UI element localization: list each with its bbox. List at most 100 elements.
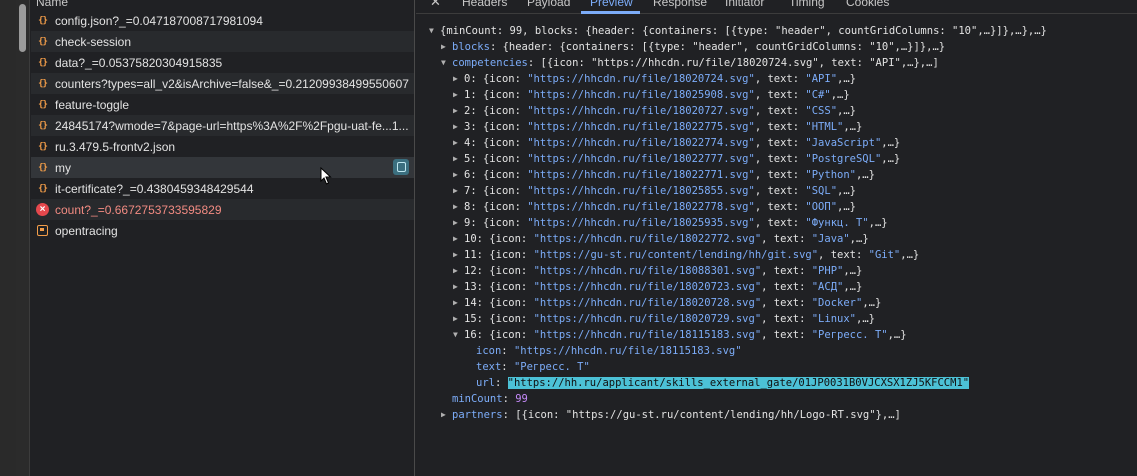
collapsed-triangle-icon[interactable]: ▶ [453, 279, 458, 295]
collapsed-triangle-icon[interactable]: ▶ [453, 199, 458, 215]
item-icon-url: "https://hhcdn.ru/file/18020723.svg" [533, 281, 762, 293]
item-text: "ООП" [805, 201, 838, 213]
tree-line[interactable]: url: "https://hh.ru/applicant/skills_ext… [416, 375, 1137, 391]
key-label: competencies [452, 57, 528, 69]
collapsed-triangle-icon[interactable]: ▶ [453, 183, 458, 199]
tree-line[interactable]: ▶ 4: {icon: "https://hhcdn.ru/file/180227… [416, 135, 1137, 151]
copy-icon[interactable] [393, 159, 409, 175]
item-index: 15 [464, 313, 477, 325]
value-summary: {header: {containers: [{type: "header", … [502, 41, 946, 53]
tree-line[interactable]: ▶ 14: {icon: "https://hhcdn.ru/file/18020… [416, 295, 1137, 311]
expanded-triangle-icon[interactable]: ▼ [429, 23, 434, 39]
tree-line[interactable]: text: "Регресс. Т" [416, 359, 1137, 375]
tree-line[interactable]: icon: "https://hhcdn.ru/file/18115183.sv… [416, 343, 1137, 359]
key-label: text [476, 361, 502, 373]
tree-line[interactable]: ▶ 6: {icon: "https://hhcdn.ru/file/180227… [416, 167, 1137, 183]
item-icon-url: "https://hhcdn.ru/file/18022771.svg" [527, 169, 755, 181]
active-tab-indicator [581, 11, 640, 14]
collapsed-triangle-icon[interactable]: ▶ [453, 167, 458, 183]
collapsed-triangle-icon[interactable]: ▶ [453, 103, 458, 119]
request-name: check-session [55, 34, 132, 49]
tree-line[interactable]: ▶ 15: {icon: "https://hhcdn.ru/file/18020… [416, 311, 1137, 327]
tree-line[interactable]: ▶ 7: {icon: "https://hhcdn.ru/file/180258… [416, 183, 1137, 199]
key-label: icon [476, 345, 502, 357]
scrollbar-thumb[interactable] [19, 4, 26, 52]
list-item[interactable]: {} it-certificate?_=0.4380459348429544 [31, 178, 414, 199]
tree-line[interactable]: ▶ 1: {icon: "https://hhcdn.ru/file/180259… [416, 87, 1137, 103]
collapsed-triangle-icon[interactable]: ▶ [453, 71, 458, 87]
detail-tabs: ✕ Headers Payload Preview Response Initi… [416, 0, 1137, 14]
list-item[interactable]: × count?_=0.6672753733595829 [31, 199, 414, 220]
collapsed-triangle-icon[interactable]: ▶ [453, 311, 458, 327]
tree-line[interactable]: ▶ blocks: {header: {containers: [{type: "… [416, 39, 1137, 55]
tree-line[interactable]: ▼ 16: {icon: "https://hhcdn.ru/file/18115… [416, 327, 1137, 343]
json-icon: {} [38, 162, 48, 173]
item-text: "Функц. Т" [805, 217, 869, 229]
collapsed-triangle-icon[interactable]: ▶ [441, 39, 446, 55]
item-text: "Linux" [811, 313, 856, 325]
value-string: "Регресс. Т" [513, 361, 590, 373]
name-column-header[interactable]: Name [31, 0, 414, 10]
json-icon: {} [38, 57, 48, 68]
item-index: 16 [464, 329, 477, 341]
list-item[interactable]: {} check-session [31, 31, 414, 52]
item-icon-url: "https://hhcdn.ru/file/18022772.svg" [533, 233, 762, 245]
list-item[interactable]: opentracing [31, 220, 414, 241]
list-item[interactable]: {} ru.3.479.5-frontv2.json [31, 136, 414, 157]
close-icon[interactable]: ✕ [430, 0, 441, 10]
item-icon-url: "https://hhcdn.ru/file/18115183.svg" [533, 329, 762, 341]
collapsed-triangle-icon[interactable]: ▶ [453, 295, 458, 311]
expanded-triangle-icon[interactable]: ▼ [441, 55, 446, 71]
collapsed-triangle-icon[interactable]: ▶ [453, 215, 458, 231]
expanded-triangle-icon[interactable]: ▼ [453, 327, 458, 343]
list-item[interactable]: {} config.json?_=0.047187008717981094 [31, 10, 414, 31]
tree-line[interactable]: ▶ 5: {icon: "https://hhcdn.ru/file/180227… [416, 151, 1137, 167]
list-scrollbar[interactable] [16, 0, 30, 476]
tab-preview[interactable]: Preview [590, 0, 633, 9]
tab-cookies[interactable]: Cookies [846, 0, 889, 9]
tree-line[interactable]: ▶ 12: {icon: "https://hhcdn.ru/file/18088… [416, 263, 1137, 279]
tab-initiator[interactable]: Initiator [725, 0, 764, 9]
tab-payload[interactable]: Payload [527, 0, 570, 9]
tree-line[interactable]: ▶ 10: {icon: "https://hhcdn.ru/file/18022… [416, 231, 1137, 247]
tab-timing[interactable]: Timing [789, 0, 825, 9]
item-index: 10 [464, 233, 477, 245]
key-label: blocks [452, 41, 490, 53]
collapsed-triangle-icon[interactable]: ▶ [453, 135, 458, 151]
tree-line[interactable]: ▶ 2: {icon: "https://hhcdn.ru/file/180207… [416, 103, 1137, 119]
item-icon-url: "https://hhcdn.ru/file/18022775.svg" [527, 121, 755, 133]
tab-response[interactable]: Response [653, 0, 707, 9]
request-rows: {} config.json?_=0.047187008717981094 {} ch… [31, 10, 414, 241]
tree-line[interactable]: ▶ 0: {icon: "https://hhcdn.ru/file/180207… [416, 71, 1137, 87]
list-item[interactable]: {} 24845174?wmode=7&page-url=https%3A%2F%… [31, 115, 414, 136]
collapsed-triangle-icon[interactable]: ▶ [441, 407, 446, 423]
item-index: 11 [464, 249, 477, 261]
tree-line[interactable]: ▶ 3: {icon: "https://hhcdn.ru/file/180227… [416, 119, 1137, 135]
json-icon: {} [38, 36, 48, 47]
collapsed-triangle-icon[interactable]: ▶ [453, 151, 458, 167]
list-item[interactable]: {} feature-toggle [31, 94, 414, 115]
json-icon: {} [38, 78, 48, 89]
tab-headers[interactable]: Headers [462, 0, 507, 9]
tree-line[interactable]: ▶ 9: {icon: "https://hhcdn.ru/file/180259… [416, 215, 1137, 231]
item-icon-url: "https://hhcdn.ru/file/18020728.svg" [533, 297, 762, 309]
list-item[interactable]: {} counters?types=all_v2&isArchive=false&… [31, 73, 414, 94]
item-text: "Docker" [811, 297, 863, 309]
collapsed-triangle-icon[interactable]: ▶ [453, 119, 458, 135]
collapsed-triangle-icon[interactable]: ▶ [453, 263, 458, 279]
tree-line[interactable]: ▶ 8: {icon: "https://hhcdn.ru/file/180227… [416, 199, 1137, 215]
tree-line[interactable]: minCount: 99 [416, 391, 1137, 407]
collapsed-triangle-icon[interactable]: ▶ [453, 247, 458, 263]
tree-line[interactable]: ▶ partners: [{icon: "https://gu-st.ru/con… [416, 407, 1137, 423]
tree-line[interactable]: ▼ competencies: [{icon: "https://hhcdn.ru… [416, 55, 1137, 71]
tree-line[interactable]: ▶ 11: {icon: "https://gu-st.ru/content/le… [416, 247, 1137, 263]
tree-line[interactable]: ▼ {minCount: 99, blocks: {header: {contai… [416, 23, 1137, 39]
request-name: data?_=0.05375820304915835 [55, 55, 223, 70]
collapsed-triangle-icon[interactable]: ▶ [453, 87, 458, 103]
list-item[interactable]: {} data?_=0.05375820304915835 [31, 52, 414, 73]
key-label: url [476, 377, 495, 389]
item-text: "SQL" [805, 185, 838, 197]
tree-line[interactable]: ▶ 13: {icon: "https://hhcdn.ru/file/18020… [416, 279, 1137, 295]
collapsed-triangle-icon[interactable]: ▶ [453, 231, 458, 247]
list-item[interactable]: {} my [31, 157, 414, 178]
